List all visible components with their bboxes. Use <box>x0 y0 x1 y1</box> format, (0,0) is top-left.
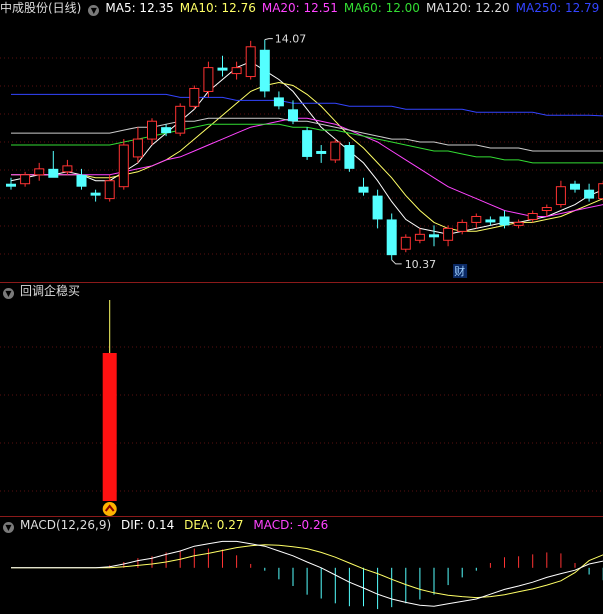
macd-macd-value: MACD: -0.26 <box>253 518 329 532</box>
low-price-label: 10.37 <box>405 258 437 271</box>
candlestick-chart[interactable]: 14.07 10.37 财 <box>0 0 603 282</box>
candle-down <box>273 97 284 107</box>
candle-up <box>555 186 566 206</box>
candle-up <box>541 207 552 212</box>
candle-down <box>386 219 397 256</box>
stock-title: 中成股份(日线) <box>0 1 82 15</box>
toggle-dropdown-icon[interactable]: ▼ <box>3 288 14 299</box>
candle-down <box>6 183 16 187</box>
candle-down <box>344 145 355 169</box>
candle-up <box>132 138 143 158</box>
candle-up <box>231 67 242 75</box>
indicator-header: ▼ 回调企稳买 <box>0 283 86 299</box>
candle-up <box>471 215 482 223</box>
price-header: 中成股份(日线) ▼ MA5: 12.35 MA10: 12.76 MA20: 12.5… <box>0 0 603 16</box>
candle-down <box>499 216 510 226</box>
ma-line-ma250 <box>11 93 603 117</box>
macd-title: MACD(12,26,9) <box>20 518 112 532</box>
candle-down <box>48 168 59 178</box>
indicator-panel[interactable]: ▼ 回调企稳买 <box>0 283 603 516</box>
candle-up <box>245 46 256 78</box>
candle-up <box>189 87 200 107</box>
candle-up <box>118 144 129 188</box>
ma-legend-item: MA250: 12.79 <box>515 1 600 15</box>
low-marker <box>391 259 402 265</box>
candle-up <box>34 168 45 176</box>
candle-down <box>288 109 298 122</box>
candle-down <box>570 183 580 190</box>
candle-up <box>175 105 186 134</box>
candle-down <box>259 49 270 92</box>
candle-down <box>485 219 496 223</box>
ma-legend-item: MA10: 12.76 <box>179 1 256 15</box>
candle-up <box>598 183 603 200</box>
indicator-chart[interactable] <box>0 283 603 516</box>
candle-down <box>358 186 369 193</box>
high-price-label: 14.07 <box>275 33 307 46</box>
signal-bar <box>102 353 117 501</box>
candle-down <box>76 174 87 187</box>
ma-legend-item: MA120: 12.20 <box>425 1 510 15</box>
price-panel[interactable]: 14.07 10.37 财 中成股份(日线) ▼ MA5: 12.35 MA10: 12.… <box>0 0 603 282</box>
candle-up <box>62 165 73 173</box>
candle-up <box>457 221 468 232</box>
candle-up <box>414 233 425 241</box>
candle-down <box>372 195 383 220</box>
candle-down <box>584 189 595 199</box>
candle-down <box>90 192 101 196</box>
indicator-title: 回调企稳买 <box>20 284 81 298</box>
candle-up <box>20 174 31 185</box>
buy-signal-icon <box>102 502 117 516</box>
macd-panel[interactable]: ▼ MACD(12,26,9) DIF: 0.14 DEA: 0.27 MACD:… <box>0 517 603 614</box>
candle-down <box>302 130 313 157</box>
macd-header: ▼ MACD(12,26,9) DIF: 0.14 DEA: 0.27 MACD:… <box>0 517 334 533</box>
ma-legend: MA5: 12.35 MA10: 12.76 MA20: 12.51 MA60: 12… <box>105 1 603 15</box>
candle-up <box>513 221 524 226</box>
candle-up <box>527 212 538 220</box>
ma-legend-item: MA20: 12.51 <box>261 1 338 15</box>
candle-down <box>161 127 172 134</box>
candle-down <box>217 67 228 71</box>
ma-legend-item: MA5: 12.35 <box>105 1 174 15</box>
macd-dif-value: DIF: 0.14 <box>120 518 175 532</box>
finance-badge-label: 财 <box>454 264 465 278</box>
ma-legend-item: MA60: 12.00 <box>343 1 420 15</box>
candle-down <box>429 234 439 238</box>
candle-up <box>330 141 341 161</box>
toggle-dropdown-icon[interactable]: ▼ <box>3 522 14 533</box>
candle-up <box>147 120 157 140</box>
candle-up <box>104 180 115 200</box>
high-marker <box>264 38 273 41</box>
candle-up <box>443 227 454 241</box>
toggle-dropdown-icon[interactable]: ▼ <box>88 5 100 16</box>
candle-up <box>400 236 411 250</box>
candle-up <box>203 67 214 92</box>
candle-down <box>316 150 327 154</box>
macd-dea-value: DEA: 0.27 <box>184 518 244 532</box>
